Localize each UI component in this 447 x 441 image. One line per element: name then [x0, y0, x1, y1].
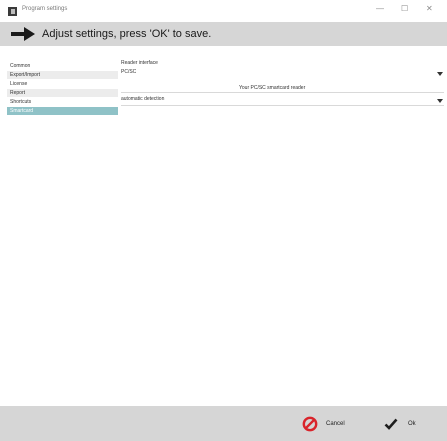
- sidebar-item-smartcard[interactable]: Smartcard: [7, 107, 118, 115]
- close-button[interactable]: ✕: [426, 4, 433, 14]
- settings-sidebar: Common Export/Import License Report Shor…: [7, 62, 118, 116]
- checkmark-icon: [384, 418, 398, 430]
- maximize-button[interactable]: ☐: [401, 4, 408, 14]
- cancel-icon: [302, 416, 318, 432]
- cancel-label: Cancel: [326, 421, 345, 427]
- ok-label: Ok: [408, 421, 416, 427]
- reader-detection-select[interactable]: automatic detection: [121, 96, 164, 102]
- window-title: Program settings: [22, 6, 68, 12]
- ok-button[interactable]: Ok: [384, 414, 416, 434]
- footer-bar: Cancel Ok: [0, 406, 447, 441]
- cancel-button[interactable]: Cancel: [302, 414, 345, 434]
- minimize-button[interactable]: —: [376, 4, 384, 14]
- reader-interface-select[interactable]: PC/SC: [121, 69, 136, 75]
- divider: [121, 92, 444, 93]
- sidebar-item-license[interactable]: License: [7, 80, 118, 88]
- chevron-down-icon[interactable]: [437, 72, 443, 76]
- instruction-text: Adjust settings, press 'OK' to save.: [42, 28, 212, 40]
- divider: [121, 105, 444, 106]
- reader-interface-label: Reader interface: [121, 60, 158, 66]
- sidebar-item-report[interactable]: Report: [7, 89, 118, 97]
- title-bar: Program settings — ☐ ✕: [0, 0, 447, 22]
- sidebar-item-shortcuts[interactable]: Shortcuts: [7, 98, 118, 106]
- app-icon: [8, 7, 17, 16]
- chevron-down-icon[interactable]: [437, 99, 443, 103]
- sidebar-item-common[interactable]: Common: [7, 62, 118, 70]
- reader-description: Your PC/SC smartcard reader: [239, 85, 306, 91]
- arrow-right-icon: [11, 27, 35, 41]
- sidebar-item-export-import[interactable]: Export/Import: [7, 71, 118, 79]
- instruction-header: Adjust settings, press 'OK' to save.: [0, 22, 447, 46]
